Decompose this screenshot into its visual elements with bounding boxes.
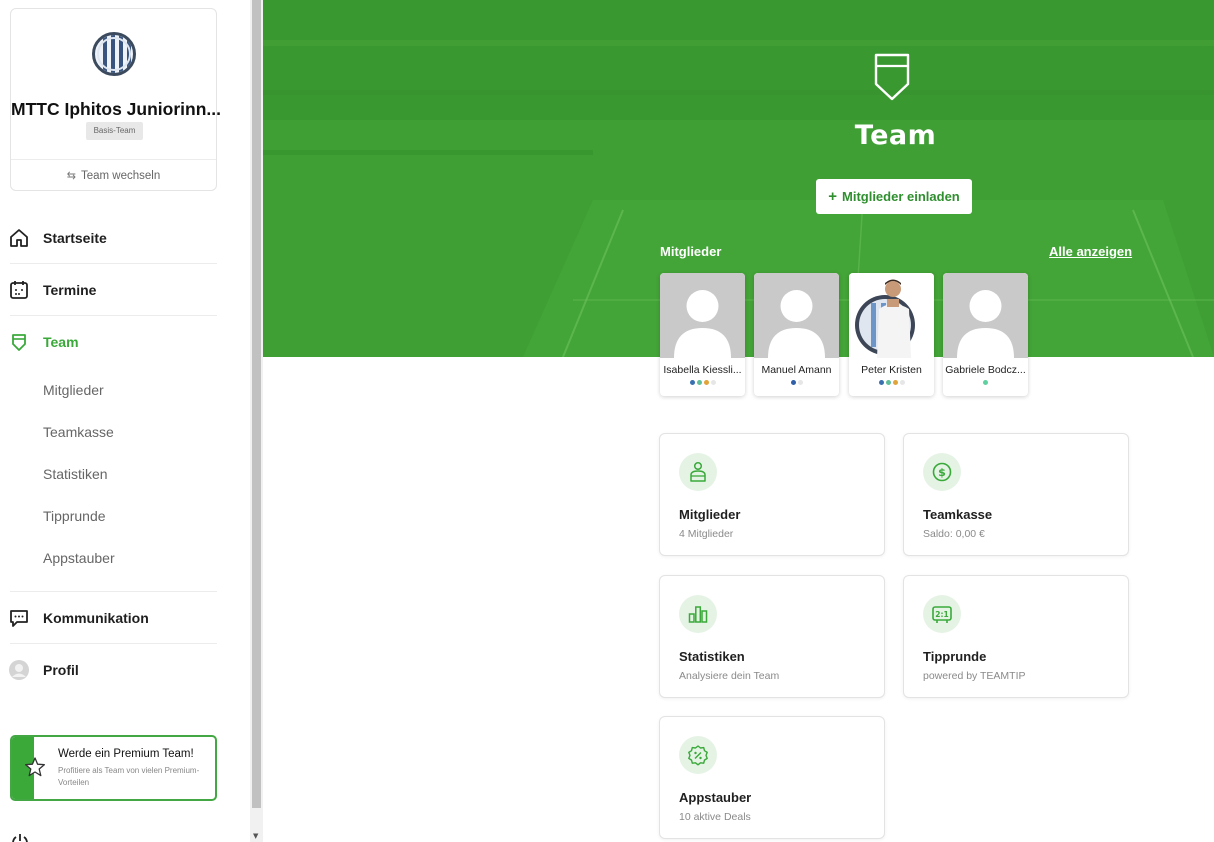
member-role-dots	[943, 380, 1028, 385]
feature-title: Statistiken	[679, 649, 745, 664]
avatar-photo	[849, 273, 934, 358]
nav-team[interactable]: Team	[0, 316, 217, 368]
role-dot	[696, 380, 702, 385]
star-icon	[25, 757, 45, 777]
shield-icon	[8, 331, 30, 353]
team-switch-label: Team wechseln	[80, 170, 161, 182]
feature-card-statistiken[interactable]: Statistiken Analysiere dein Team	[659, 575, 885, 698]
role-dot	[892, 380, 898, 385]
member-name: Isabella Kiessli...	[663, 364, 742, 376]
member-card[interactable]: Peter Kristen	[849, 273, 934, 396]
feature-card-appstauber[interactable]: Appstauber 10 aktive Deals	[659, 716, 885, 839]
subnav-statistiken[interactable]: Statistiken	[43, 466, 108, 482]
nav-team-label: Team	[43, 334, 79, 350]
feature-subtitle: Analysiere dein Team	[679, 670, 780, 682]
power-icon[interactable]	[10, 832, 30, 842]
avatar	[943, 273, 1028, 358]
svg-text:2:1: 2:1	[935, 610, 948, 619]
role-dot	[885, 380, 891, 385]
subnav-mitglieder[interactable]: Mitglieder	[43, 382, 104, 398]
feature-card-mitglieder[interactable]: Mitglieder 4 Mitglieder	[659, 433, 885, 556]
avatar	[660, 273, 745, 358]
coin-icon: $	[923, 453, 961, 491]
team-switch-button[interactable]: ⇆ Team wechseln	[11, 159, 216, 192]
nav-profil-label: Profil	[43, 662, 79, 678]
feature-title: Appstauber	[679, 790, 752, 805]
subnav-appstauber[interactable]: Appstauber	[43, 550, 115, 566]
team-card: MTTC Iphitos Juniorinn... Basis-Team ⇆ Te…	[10, 8, 221, 192]
feature-subtitle: Saldo: 0,00 €	[923, 528, 985, 540]
scrollbar-thumb[interactable]	[252, 0, 261, 808]
nav-profil[interactable]: Profil	[0, 644, 217, 696]
plus-icon: +	[828, 188, 837, 205]
invite-members-label: Mitglieder einladen	[842, 189, 960, 204]
subnav-teamkasse[interactable]: Teamkasse	[43, 424, 114, 440]
scroll-down-arrow[interactable]: ▼	[253, 832, 258, 840]
member-role-dots	[849, 380, 934, 385]
swap-icon: ⇆	[66, 170, 76, 182]
team-shield-icon	[874, 53, 910, 101]
feature-subtitle: 10 aktive Deals	[679, 811, 751, 823]
discount-icon	[679, 736, 717, 774]
feature-subtitle: 4 Mitglieder	[679, 528, 734, 540]
chat-icon	[8, 607, 30, 629]
nav-startseite[interactable]: Startseite	[0, 212, 217, 264]
feature-title: Teamkasse	[923, 507, 993, 522]
calendar-icon	[8, 279, 30, 301]
avatar-icon	[8, 659, 30, 681]
member-name: Manuel Amann	[761, 364, 832, 376]
role-dot	[790, 380, 796, 385]
member-role-dots	[754, 380, 839, 385]
role-dot	[899, 380, 905, 385]
page-title: Team	[854, 120, 937, 151]
invite-members-button[interactable]: + Mitglieder einladen	[816, 179, 972, 214]
chart-icon	[679, 595, 717, 633]
scoreboard-icon: 2:1	[923, 595, 961, 633]
role-dot	[797, 380, 803, 385]
sidebar: MTTC Iphitos Juniorinn... Basis-Team ⇆ Te…	[0, 0, 250, 842]
role-dot	[878, 380, 884, 385]
nav-termine[interactable]: Termine	[0, 264, 217, 316]
role-dot	[703, 380, 709, 385]
feature-card-teamkasse[interactable]: $ Teamkasse Saldo: 0,00 €	[903, 433, 1129, 556]
members-heading: Mitglieder	[660, 244, 722, 259]
avatar	[754, 273, 839, 358]
feature-title: Mitglieder	[679, 507, 741, 522]
nav-kommunikation-label: Kommunikation	[43, 610, 149, 626]
premium-banner[interactable]: Werde ein Premium Team! Profitiere als T…	[10, 735, 217, 801]
person-icon	[679, 453, 717, 491]
svg-text:$: $	[938, 466, 946, 479]
feature-title: Tipprunde	[923, 649, 987, 664]
team-logo	[92, 32, 136, 76]
nav-startseite-label: Startseite	[43, 230, 107, 246]
member-card[interactable]: Isabella Kiessli...	[660, 273, 745, 396]
team-name: MTTC Iphitos Juniorinn...	[11, 99, 221, 119]
sidebar-scrollbar[interactable]: ▼	[250, 0, 263, 842]
premium-title: Werde ein Premium Team!	[58, 748, 194, 760]
member-card[interactable]: Gabriele Bodcz...	[943, 273, 1028, 396]
role-dot	[689, 380, 695, 385]
role-dot	[710, 380, 716, 385]
member-name: Gabriele Bodcz...	[945, 364, 1026, 376]
role-dot	[983, 380, 988, 385]
home-icon	[8, 227, 30, 249]
show-all-link[interactable]: Alle anzeigen	[1049, 244, 1132, 259]
feature-card-tipprunde[interactable]: 2:1 Tipprunde powered by TEAMTIP	[903, 575, 1129, 698]
nav-kommunikation[interactable]: Kommunikation	[0, 592, 217, 644]
nav-termine-label: Termine	[43, 282, 97, 298]
team-type-badge: Basis-Team	[86, 122, 143, 140]
premium-text: Profitiere als Team von vielen Premium-V…	[58, 766, 200, 787]
subnav-tipprunde[interactable]: Tipprunde	[43, 508, 106, 524]
feature-subtitle: powered by TEAMTIP	[923, 670, 1026, 682]
member-name: Peter Kristen	[861, 364, 922, 376]
member-card[interactable]: Manuel Amann	[754, 273, 839, 396]
member-role-dots	[660, 380, 745, 385]
